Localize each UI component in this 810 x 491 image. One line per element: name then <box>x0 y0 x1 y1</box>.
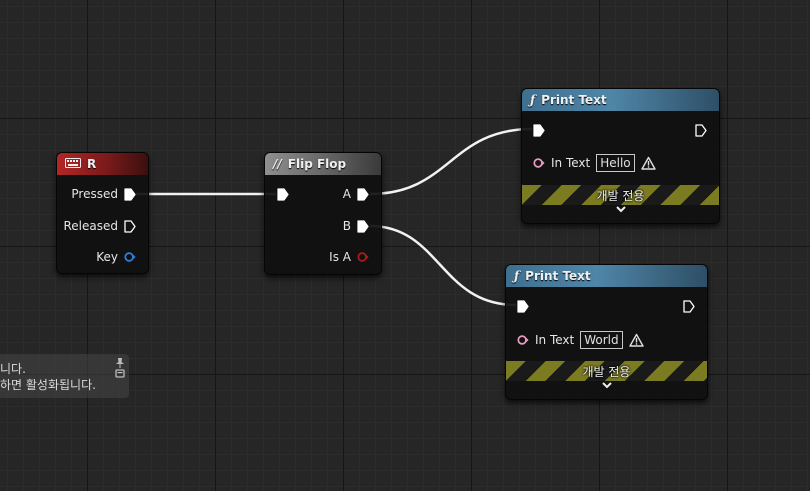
wire-a-to-print-hello <box>369 127 533 196</box>
development-only-label: 개발 전용 <box>596 188 645 203</box>
pressed-pin-label: Pressed <box>71 187 118 201</box>
exec-pin-out-empty-icon[interactable] <box>683 300 695 313</box>
released-pin-row[interactable]: Released <box>63 219 136 233</box>
warning-icon <box>628 333 644 347</box>
exec-pin-in-icon[interactable] <box>517 300 529 313</box>
exec-pin-out-icon[interactable] <box>124 187 136 201</box>
key-pin-row[interactable]: Key <box>96 250 136 264</box>
expand-chevron-icon[interactable] <box>522 205 719 216</box>
exec-pin-out-empty-icon[interactable] <box>124 219 136 233</box>
keyboard-icon <box>65 157 81 171</box>
flipflop-node-title: Flip Flop <box>287 157 347 171</box>
exec-pin-out-icon[interactable] <box>357 219 369 233</box>
bool-pin-icon[interactable] <box>357 251 369 263</box>
exec-pin-in-icon[interactable] <box>277 188 289 201</box>
in-text-field[interactable]: Hello <box>596 154 635 172</box>
development-only-banner: 개발 전용 <box>506 361 707 381</box>
flipflop-node[interactable]: // Flip Flop A B Is A <box>264 152 382 275</box>
print-text-title: Print Text <box>525 269 591 283</box>
flipflop-node-header[interactable]: // Flip Flop <box>265 153 381 175</box>
a-pin-label: A <box>342 187 351 201</box>
is-a-pin-label: Is A <box>329 250 351 264</box>
exec-pin-out-empty-icon[interactable] <box>695 124 707 137</box>
b-pin-label: B <box>342 219 351 233</box>
print-text-node-world[interactable]: ƒ Print Text In Text World 개발 전용 <box>505 264 708 400</box>
info-tooltip: 니다. 하면 활성화됩니다. <box>0 354 129 398</box>
warning-icon <box>640 156 656 170</box>
development-only-banner: 개발 전용 <box>522 185 719 205</box>
macro-icon: // <box>273 157 282 171</box>
text-pin-icon[interactable] <box>533 157 545 169</box>
function-icon: ƒ <box>514 269 520 283</box>
pin-icon[interactable] <box>114 357 126 379</box>
development-only-label: 개발 전용 <box>582 364 631 379</box>
wire-b-to-print-world <box>369 224 517 307</box>
function-icon: ƒ <box>530 93 536 107</box>
pressed-pin-row[interactable]: Pressed <box>71 187 136 201</box>
in-text-label: In Text <box>551 156 591 170</box>
tooltip-line-1: 니다. <box>0 362 26 376</box>
event-node-header[interactable]: R <box>57 153 148 175</box>
text-pin-icon[interactable] <box>517 334 529 346</box>
a-pin-row[interactable]: A <box>343 187 369 201</box>
in-text-field[interactable]: World <box>580 331 623 349</box>
key-pin-label: Key <box>96 250 118 264</box>
released-pin-label: Released <box>63 219 118 233</box>
key-struct-pin-icon[interactable] <box>124 251 136 263</box>
print-text-node-hello[interactable]: ƒ Print Text In Text Hello 개발 전용 <box>521 88 720 224</box>
exec-pin-in-icon[interactable] <box>533 124 545 137</box>
in-text-pin-row[interactable]: In Text World <box>517 331 644 349</box>
print-text-header[interactable]: ƒ Print Text <box>506 265 707 287</box>
exec-pin-out-icon[interactable] <box>357 187 369 201</box>
in-text-label: In Text <box>535 333 575 347</box>
expand-chevron-icon[interactable] <box>506 381 707 392</box>
event-node-r[interactable]: R Pressed Released Key <box>56 152 149 274</box>
is-a-pin-row[interactable]: Is A <box>329 250 369 264</box>
event-node-title: R <box>87 157 97 171</box>
b-pin-row[interactable]: B <box>343 219 369 233</box>
tooltip-line-2: 하면 활성화됩니다. <box>0 378 96 392</box>
print-text-title: Print Text <box>541 93 607 107</box>
print-text-header[interactable]: ƒ Print Text <box>522 89 719 111</box>
in-text-pin-row[interactable]: In Text Hello <box>533 154 656 172</box>
